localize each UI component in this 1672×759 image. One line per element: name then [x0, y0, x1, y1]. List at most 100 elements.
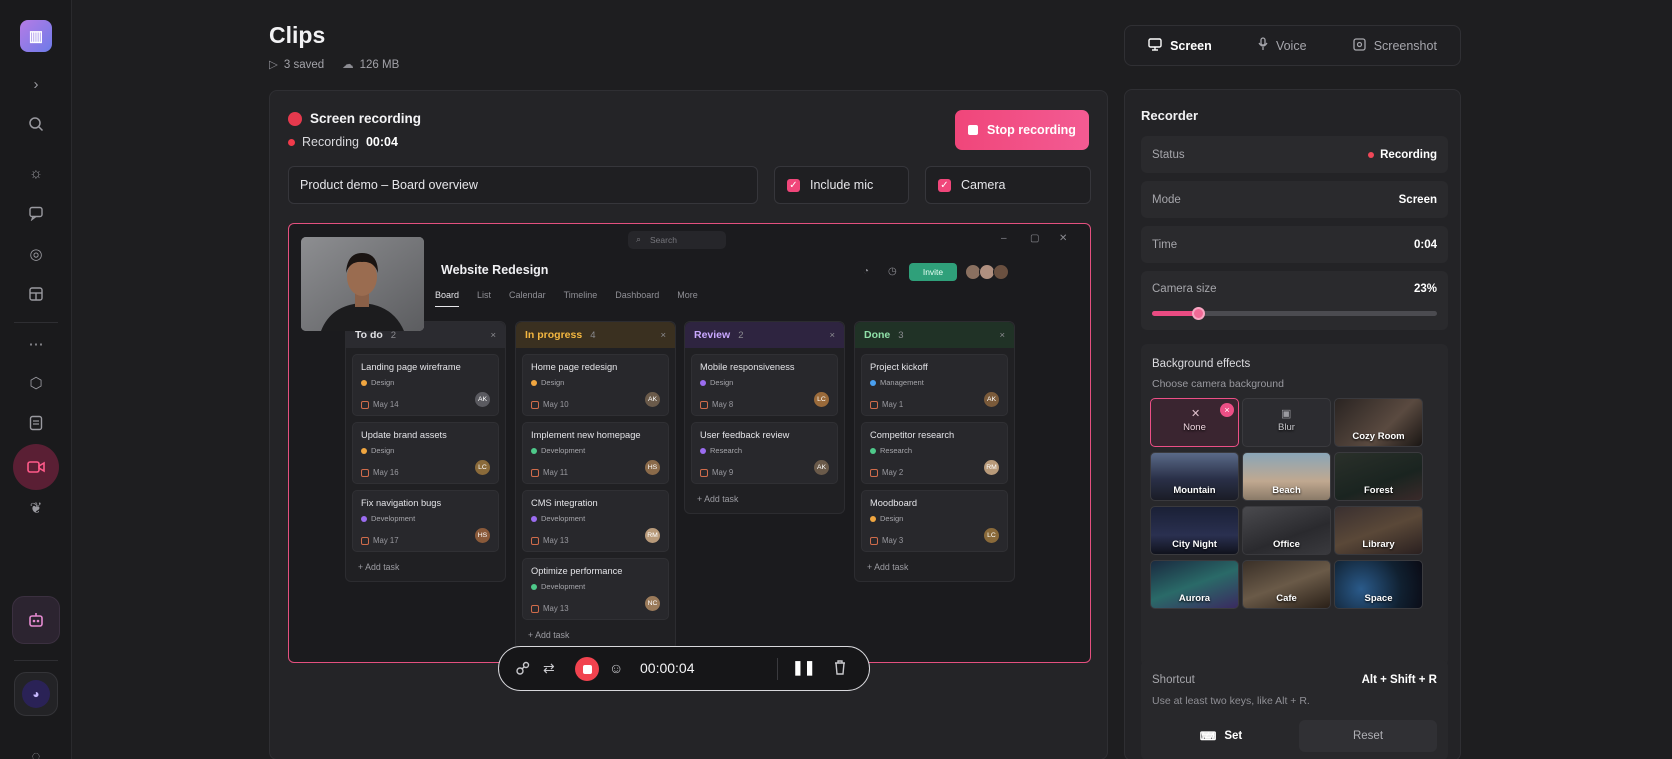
rail-divider: [14, 322, 58, 323]
target-icon[interactable]: ◎: [20, 238, 52, 270]
face-camera-icon[interactable]: ☺: [609, 660, 623, 676]
grid-icon[interactable]: [20, 278, 52, 310]
task-title: Update brand assets: [361, 430, 447, 440]
task-date-text: May 8: [712, 400, 734, 409]
background-option-space[interactable]: Space: [1334, 560, 1423, 609]
task-tag: Management: [870, 378, 999, 387]
camera-size-slider-handle[interactable]: [1191, 307, 1205, 320]
reset-shortcut-button[interactable]: Reset: [1299, 720, 1437, 752]
user-avatar-button[interactable]: ◕: [14, 672, 58, 716]
task-tag: Design: [531, 378, 660, 387]
add-task-link: + Add task: [867, 562, 909, 572]
task-tag: Development: [531, 446, 660, 455]
task-card: Landing page wireframe Design May 14 AK: [352, 354, 499, 416]
page-meta: ▷ 3 saved ☁ 126 MB: [269, 57, 399, 71]
task-title: CMS integration: [531, 498, 598, 508]
task-card: Home page redesign Design May 10 AK: [522, 354, 669, 416]
clip-name-field[interactable]: Product demo – Board overview: [288, 166, 758, 204]
camera-size-slider[interactable]: [1152, 307, 1437, 320]
stop-recording-button[interactable]: Stop recording: [955, 110, 1089, 150]
cloud-icon: ☁: [342, 59, 354, 71]
app-root: ▥ › ☼ ◎ ⋯ ⬡ ❦ ◕ ◌ Clips ▷ 3 saved ☁ 126 …: [0, 0, 1672, 759]
assistant-bot-icon[interactable]: [12, 596, 60, 644]
tab-screenshot[interactable]: Screenshot: [1353, 37, 1437, 54]
background-option-none[interactable]: ✕ × None: [1150, 398, 1239, 447]
assignee-avatar: AK: [645, 392, 660, 407]
background-option-library[interactable]: Library: [1334, 506, 1423, 555]
switch-source-icon[interactable]: ⇄: [543, 660, 555, 677]
column-name: Done: [864, 329, 891, 341]
pause-icon[interactable]: ❚❚: [792, 659, 815, 676]
task-card: Moodboard Design May 3 LC: [861, 490, 1008, 552]
background-option-blur[interactable]: ▣ Blur: [1242, 398, 1331, 447]
search-icon[interactable]: [20, 108, 52, 140]
play-icon: ▷: [269, 59, 278, 71]
background-option-cozy-room[interactable]: Cozy Room: [1334, 398, 1423, 447]
trash-icon[interactable]: [833, 659, 847, 678]
task-date-text: May 13: [543, 604, 569, 613]
background-option-forest[interactable]: Forest: [1334, 452, 1423, 501]
task-tag-text: Research: [880, 446, 913, 455]
sun-icon[interactable]: ☼: [20, 157, 52, 189]
app-logo[interactable]: ▥: [20, 20, 52, 52]
saved-count: ▷ 3 saved: [269, 57, 324, 71]
mode-label: Mode: [1152, 193, 1181, 206]
task-date-text: May 3: [882, 536, 904, 545]
kanban-column: Review 2 × Mobile responsiveness Design May 8…: [684, 321, 845, 514]
cube-icon[interactable]: ⬡: [20, 367, 52, 399]
recorder-heading: Recorder: [1141, 108, 1199, 123]
rail-divider-bottom: [14, 660, 58, 661]
shield-icon[interactable]: ◌: [20, 740, 52, 759]
background-option-city-night[interactable]: City Night: [1150, 506, 1239, 555]
chat-icon[interactable]: [20, 197, 52, 229]
camera-checkbox[interactable]: ✓ Camera: [925, 166, 1091, 204]
assignee-avatar: LC: [984, 528, 999, 543]
column-name: In progress: [525, 329, 583, 341]
pointer-effects-icon[interactable]: [515, 660, 531, 679]
more-dots-icon[interactable]: ⋯: [20, 328, 52, 360]
preview-minimize-icon: –: [1001, 233, 1007, 244]
background-option-aurora[interactable]: Aurora: [1150, 560, 1239, 609]
calendar-icon: [870, 400, 878, 409]
set-shortcut-button[interactable]: ⌨ Set: [1152, 720, 1290, 752]
background-option-mountain[interactable]: Mountain: [1150, 452, 1239, 501]
expand-chevron-icon[interactable]: ›: [20, 68, 52, 100]
background-option-office[interactable]: Office: [1242, 506, 1331, 555]
task-title: Implement new homepage: [531, 430, 641, 440]
record-button[interactable]: [575, 657, 599, 681]
column-menu-icon: ×: [490, 329, 496, 341]
brain-icon[interactable]: ❦: [20, 492, 52, 524]
task-tag-text: Design: [371, 446, 395, 455]
status-dot-icon: [1368, 151, 1375, 158]
status-row: Status Recording: [1141, 136, 1448, 173]
background-option-cafe[interactable]: Cafe: [1242, 560, 1331, 609]
video-camera-icon[interactable]: [13, 444, 59, 490]
preview-search: ⌕ Search: [628, 231, 726, 249]
recording-toolbar: ⇄ ☺ 00:00:04 ❚❚: [498, 646, 870, 691]
background-option-label: Cozy Room: [1352, 431, 1405, 442]
tab-voice[interactable]: Voice: [1258, 37, 1307, 54]
kanban-column: Done 3 × Project kickoff Management May 1 AK Co…: [854, 321, 1015, 582]
preview-view-tabs: Board List Calendar Timeline Dashboard M…: [435, 290, 698, 307]
task-date-text: May 11: [543, 468, 568, 477]
assignee-avatar: AK: [475, 392, 490, 407]
column-menu-icon: ×: [829, 329, 835, 341]
record-pin-icon: [288, 111, 302, 126]
background-option-label: Mountain: [1173, 485, 1216, 496]
background-option-beach[interactable]: Beach: [1242, 452, 1331, 501]
calendar-icon: [531, 400, 539, 409]
document-icon[interactable]: [20, 407, 52, 439]
background-effects: Background effects Choose camera backgro…: [1141, 344, 1448, 666]
task-card: Mobile responsiveness Design May 8 LC: [691, 354, 838, 416]
include-mic-checkbox[interactable]: ✓ Include mic: [774, 166, 909, 204]
preview-close-icon: ✕: [1059, 233, 1068, 244]
kanban-column-header: Review 2 ×: [685, 322, 844, 348]
column-count: 2: [738, 329, 744, 341]
task-date: May 10: [531, 400, 569, 409]
background-option-label: Forest: [1363, 485, 1394, 496]
task-date: May 3: [870, 536, 903, 545]
task-tag-text: Development: [541, 514, 586, 523]
preview-tab: Board: [435, 290, 460, 307]
tab-screen[interactable]: Screen: [1148, 37, 1212, 54]
recording-elapsed: 00:04: [365, 135, 398, 149]
